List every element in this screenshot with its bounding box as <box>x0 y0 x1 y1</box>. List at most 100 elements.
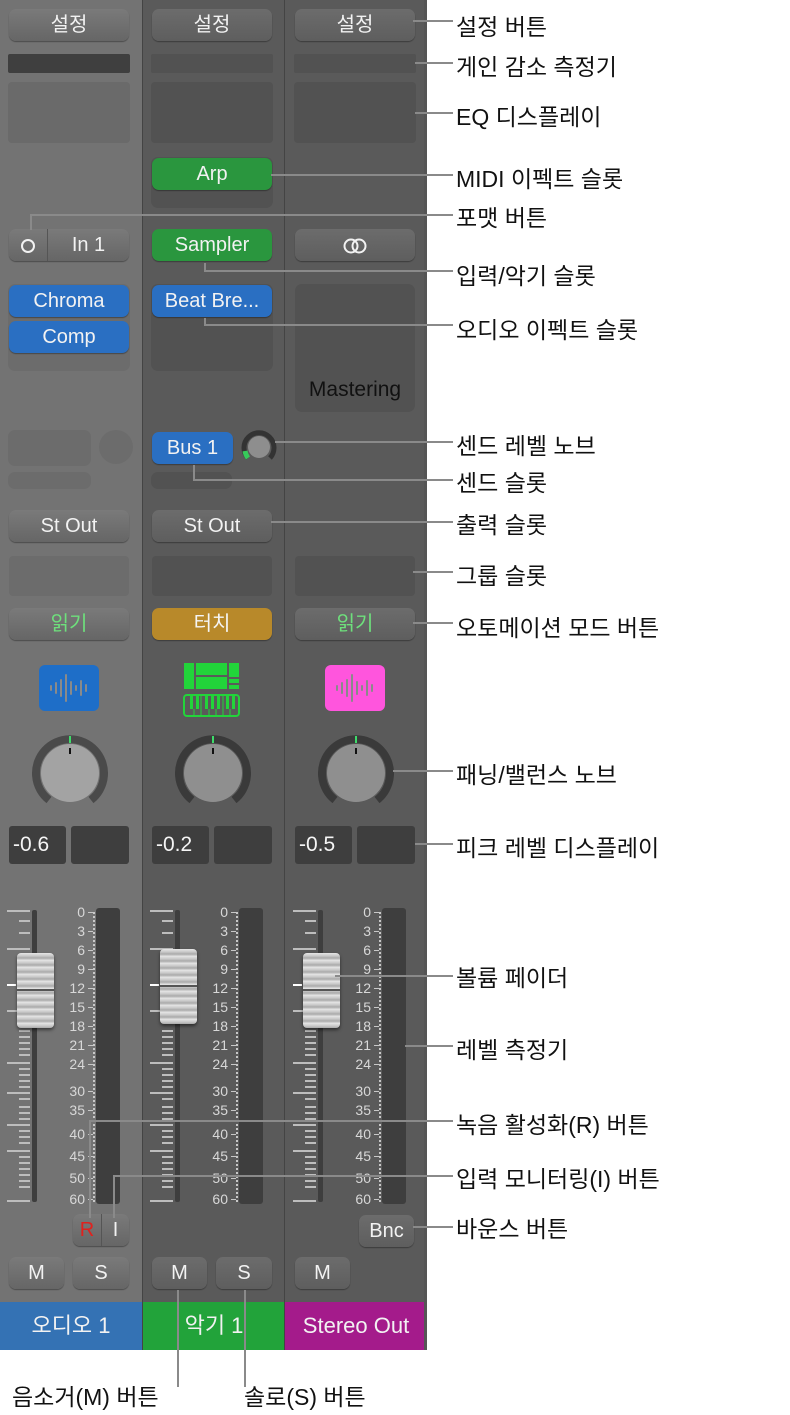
input-slot[interactable]: In 1 <box>9 229 129 261</box>
mute-button[interactable]: M <box>9 1257 64 1289</box>
scale-label: 6 <box>220 942 228 958</box>
send-slot[interactable]: Bus 1 <box>152 432 233 464</box>
scale-label: 24 <box>355 1056 371 1072</box>
scale-label: 9 <box>77 961 85 977</box>
volume-fader[interactable] <box>17 953 54 1028</box>
fader-tick <box>7 1200 30 1202</box>
eq-display[interactable] <box>8 82 130 143</box>
callout-level-meter: 레벨 측정기 <box>456 1037 569 1063</box>
gain-reduction-meter <box>294 54 416 73</box>
fader-tick <box>305 1162 316 1164</box>
mute-button[interactable]: M <box>295 1257 350 1289</box>
settings-button[interactable]: 설정 <box>152 9 272 41</box>
scale-label: 18 <box>212 1018 228 1034</box>
scale-label: 15 <box>355 999 371 1015</box>
fader-tick <box>150 1200 173 1202</box>
group-slot[interactable] <box>9 556 129 596</box>
automation-mode-button[interactable]: 읽기 <box>9 608 129 640</box>
level-meter <box>239 908 263 1204</box>
fader-tick <box>162 1068 173 1070</box>
audio-effect-slot[interactable]: Beat Bre... <box>152 285 272 317</box>
volume-fader[interactable] <box>303 953 340 1028</box>
track-name[interactable]: Stereo Out <box>285 1302 427 1350</box>
pan-knob-graphic <box>175 735 251 804</box>
fader-tick <box>305 1098 316 1100</box>
peak-level-display[interactable]: -0.6 <box>9 826 66 864</box>
automation-mode-button[interactable]: 읽기 <box>295 608 415 640</box>
effects-label: Mastering <box>308 378 402 401</box>
format-button[interactable] <box>9 229 47 261</box>
send-level-knob-empty[interactable] <box>99 430 133 464</box>
solo-button[interactable]: S <box>73 1257 129 1289</box>
record-enable-button[interactable]: R <box>73 1214 101 1246</box>
fader-tick <box>293 948 316 950</box>
callout-group-slot: 그룹 슬롯 <box>456 563 548 589</box>
scale-dots <box>379 912 381 1202</box>
instrument-slot[interactable]: Sampler <box>152 229 272 261</box>
solo-button[interactable]: S <box>216 1257 272 1289</box>
scale-label: 60 <box>69 1191 85 1207</box>
send-slot-empty[interactable] <box>8 430 91 466</box>
fader-tick <box>293 1150 316 1152</box>
group-slot[interactable] <box>152 556 272 596</box>
track-name[interactable]: 오디오 1 <box>0 1302 142 1350</box>
automation-mode-button[interactable]: 터치 <box>152 608 272 640</box>
fader-tick <box>19 1186 30 1188</box>
peak-level-display[interactable]: -0.2 <box>152 826 209 864</box>
scale-label: 45 <box>69 1148 85 1164</box>
channel-strip-instrument-1: 설정 Arp Sampler Beat Bre... Bus 1 St Out … <box>142 0 285 1350</box>
audio-effect-slot-comp[interactable]: Comp <box>9 321 129 353</box>
callout-leader-line <box>415 843 453 845</box>
fader-tick <box>162 932 173 934</box>
bounce-button[interactable]: Bnc <box>359 1215 414 1247</box>
eq-display[interactable] <box>294 82 416 143</box>
input-monitoring-button[interactable]: I <box>101 1214 129 1246</box>
fader-tick <box>162 1112 173 1114</box>
fader-tick <box>162 1130 173 1132</box>
channel-strip-stereo-out: 설정 Mastering 읽기 -0.5 0 3 6 9 12 15 18 21… <box>284 0 427 1350</box>
mixer-edge <box>424 0 427 1350</box>
settings-button[interactable]: 설정 <box>9 9 129 41</box>
pan-knob[interactable] <box>32 735 108 811</box>
fader-tick <box>19 1048 30 1050</box>
fader-tick <box>162 1030 173 1032</box>
track-name[interactable]: 악기 1 <box>143 1302 285 1350</box>
output-slot[interactable]: St Out <box>152 510 272 542</box>
midi-effect-slot[interactable]: Arp <box>152 158 272 190</box>
mute-button[interactable]: M <box>152 1257 207 1289</box>
scale-label: 35 <box>69 1102 85 1118</box>
fader-tick <box>305 1142 316 1144</box>
scale-label: 18 <box>355 1018 371 1034</box>
pan-knob[interactable] <box>175 735 251 811</box>
fader-tick <box>305 1130 316 1132</box>
unity-gain-marker <box>150 984 159 986</box>
fader-tick <box>19 1142 30 1144</box>
group-slot[interactable] <box>295 556 415 596</box>
fader-tick <box>19 1054 30 1056</box>
fader-tick <box>162 1054 173 1056</box>
pan-knob[interactable] <box>318 735 394 811</box>
settings-button[interactable]: 설정 <box>295 9 415 41</box>
scale-label: 30 <box>69 1083 85 1099</box>
scale-label: 50 <box>355 1170 371 1186</box>
volume-fader[interactable] <box>160 949 197 1024</box>
fader-tick <box>19 1180 30 1182</box>
send-level-knob[interactable] <box>241 429 277 465</box>
fader-tick <box>305 1080 316 1082</box>
peak-level-display[interactable]: -0.5 <box>295 826 352 864</box>
eq-display[interactable] <box>151 82 273 143</box>
peak-level-display-right <box>214 826 272 864</box>
fader-tick <box>305 1180 316 1182</box>
fader-tick <box>19 1118 30 1120</box>
callout-leader-line <box>413 622 453 624</box>
scale-label: 12 <box>69 980 85 996</box>
audio-effect-slot-chroma[interactable]: Chroma <box>9 285 129 317</box>
callout-format-button: 포맷 버튼 <box>456 205 548 231</box>
fader-tick <box>162 1074 173 1076</box>
callout-pan-balance-knob: 패닝/밸런스 노브 <box>456 762 617 788</box>
callout-bounce-button: 바운스 버튼 <box>456 1216 569 1242</box>
scale-label: 40 <box>212 1126 228 1142</box>
callout-leader-line <box>89 1120 91 1218</box>
format-button[interactable] <box>295 229 415 261</box>
output-slot[interactable]: St Out <box>9 510 129 542</box>
